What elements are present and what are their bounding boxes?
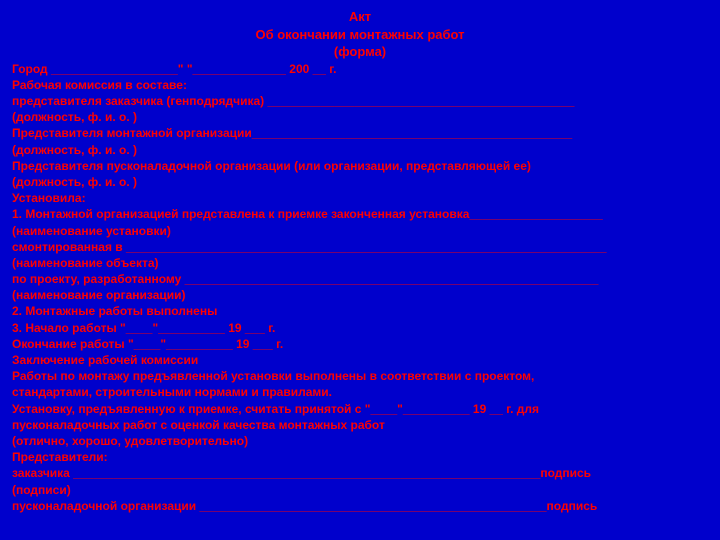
- title-line-2: Об окончании монтажных работ: [12, 26, 708, 44]
- line-established: Установила:: [12, 190, 708, 206]
- line-installation-name: (наименование установки): [12, 223, 708, 239]
- line-customer-rep: представителя заказчика (генподрядчика) …: [12, 93, 708, 109]
- line-install-org-rep: Представителя монтажной организации_____…: [12, 125, 708, 141]
- line-item-1: 1. Монтажной организацией представлена к…: [12, 206, 708, 222]
- line-commissioning-sign: пусконаладочной организации ____________…: [12, 498, 708, 514]
- line-city-date: Город ___________________" "____________…: [12, 61, 708, 77]
- line-conclusion-2: стандартами, строительными нормами и пра…: [12, 384, 708, 400]
- document-page: Акт Об окончании монтажных работ (форма)…: [0, 0, 720, 522]
- line-item-3-start: 3. Начало работы "____"__________ 19 ___…: [12, 320, 708, 336]
- line-by-project: по проекту, разработанному _____________…: [12, 271, 708, 287]
- line-signatures: (подписи): [12, 482, 708, 498]
- title-line-3: (форма): [12, 43, 708, 61]
- line-position-2: (должность, ф. и. о. ): [12, 142, 708, 158]
- line-reps-head: Представители:: [12, 449, 708, 465]
- title-line-1: Акт: [12, 8, 708, 26]
- line-org-name: (наименование организации): [12, 287, 708, 303]
- line-customer-sign: заказчика ______________________________…: [12, 465, 708, 481]
- line-commissioning-rep: Представителя пусконаладочной организаци…: [12, 158, 708, 174]
- line-position-3: (должность, ф. и. о. ): [12, 174, 708, 190]
- line-accepted: Установку, предъявленную к приемке, счит…: [12, 401, 708, 417]
- line-quality: пусконаладочных работ с оценкой качества…: [12, 417, 708, 433]
- line-conclusion-head: Заключение рабочей комиссии: [12, 352, 708, 368]
- line-grades: (отлично, хорошо, удовлетворительно): [12, 433, 708, 449]
- line-end-work: Окончание работы "____"__________ 19 ___…: [12, 336, 708, 352]
- line-conclusion-1: Работы по монтажу предъявленной установк…: [12, 368, 708, 384]
- line-position-1: (должность, ф. и. о. ): [12, 109, 708, 125]
- line-mounted-in: смонтированная в _______________________…: [12, 239, 708, 255]
- line-item-2: 2. Монтажные работы выполнены: [12, 303, 708, 319]
- line-object-name: (наименование объекта): [12, 255, 708, 271]
- line-commission: Рабочая комиссия в составе:: [12, 77, 708, 93]
